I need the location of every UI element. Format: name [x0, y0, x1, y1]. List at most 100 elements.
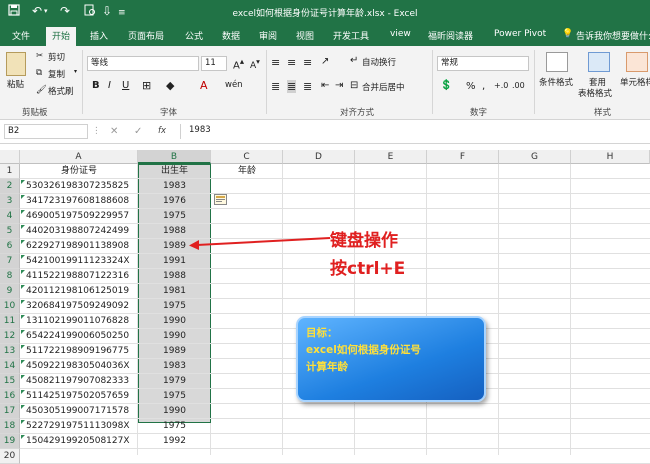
row-header[interactable]: 14 [0, 359, 20, 374]
row-header[interactable]: 6 [0, 239, 20, 254]
merge-center-button[interactable]: 合并后居中 [362, 81, 405, 93]
row-header[interactable]: 16 [0, 389, 20, 404]
cell-b[interactable]: 1983 [138, 179, 211, 194]
row-header[interactable]: 12 [0, 329, 20, 344]
tab-developer[interactable]: 开发工具 [333, 29, 369, 42]
format-painter-button[interactable]: 格式刷 [48, 85, 74, 97]
copy-button[interactable]: 复制 [48, 68, 65, 80]
cell-a[interactable]: 440203198807242499 [26, 224, 136, 239]
cell-b[interactable]: 1979 [138, 374, 211, 389]
cell-c[interactable] [211, 404, 283, 419]
tab-home[interactable]: 开始 [46, 27, 77, 46]
formula-input[interactable]: 1983 [180, 124, 646, 139]
row-header[interactable]: 15 [0, 374, 20, 389]
cell-c[interactable] [211, 389, 283, 404]
cell-c[interactable] [211, 329, 283, 344]
decrease-font-icon[interactable]: A▾ [250, 57, 260, 71]
copy-icon[interactable]: ⧉ [36, 68, 42, 78]
cell-b[interactable]: 1992 [138, 434, 211, 449]
copy-dropdown-icon[interactable]: ▾ [74, 68, 77, 75]
wrap-text-button[interactable]: 自动换行 [362, 56, 396, 68]
cell-a[interactable]: 622927198901138908 [26, 239, 136, 254]
cell-a[interactable]: 45092219830504036X [26, 359, 136, 374]
tell-me-box[interactable]: 告诉我你想要做什么 [576, 29, 650, 42]
indent-icon[interactable]: ⇤ [321, 80, 329, 91]
row-header[interactable]: 11 [0, 314, 20, 329]
cut-button[interactable]: 剪切 [48, 51, 65, 63]
row-header[interactable]: 8 [0, 269, 20, 284]
tab-view[interactable]: 视图 [296, 29, 314, 42]
row-header[interactable]: 2 [0, 179, 20, 194]
tell-me-icon[interactable]: 💡 [562, 29, 573, 39]
format-painter-icon[interactable]: 🖌 [36, 85, 47, 95]
font-color-icon[interactable]: A [200, 79, 208, 92]
cell-c[interactable] [211, 254, 283, 269]
row-header[interactable]: 20 [0, 449, 20, 464]
cell-a[interactable]: 411522198807122316 [26, 269, 136, 284]
cell-b[interactable]: 1991 [138, 254, 211, 269]
row-header[interactable]: 4 [0, 209, 20, 224]
column-header-h[interactable]: H [571, 150, 650, 164]
cell-b[interactable]: 1989 [138, 344, 211, 359]
increase-font-icon[interactable]: A▴ [233, 56, 244, 71]
cell-b[interactable]: 1988 [138, 269, 211, 284]
bold-button[interactable]: B [92, 80, 100, 91]
tab-foxit[interactable]: 福昕阅读器 [428, 29, 473, 42]
align-center-icon[interactable]: ≣ [287, 80, 297, 93]
cell-c[interactable] [211, 299, 283, 314]
tab-review[interactable]: 审阅 [259, 29, 277, 42]
flash-fill-options-icon[interactable] [214, 194, 227, 205]
cell-styles-icon[interactable] [626, 52, 648, 72]
cell-a[interactable]: 52272919751113098X [26, 419, 136, 434]
cell-a[interactable]: 654224199006050250 [26, 329, 136, 344]
cell-c[interactable] [211, 359, 283, 374]
cell-b[interactable]: 1981 [138, 284, 211, 299]
cell-a[interactable]: 450821197907082333 [26, 374, 136, 389]
borders-icon[interactable]: ⊞ [142, 79, 151, 92]
cell-a[interactable]: 131102199011076828 [26, 314, 136, 329]
cell-b[interactable]: 1975 [138, 209, 211, 224]
row-header[interactable]: 10 [0, 299, 20, 314]
tab-power-pivot[interactable]: Power Pivot [494, 29, 546, 39]
wrap-text-icon[interactable]: ↵ [350, 55, 358, 66]
cell-a[interactable]: 54210019911123324X [26, 254, 136, 269]
orientation-icon[interactable]: ↗ [321, 56, 329, 67]
row-header[interactable]: 9 [0, 284, 20, 299]
accounting-format-icon[interactable]: 💲 [440, 80, 452, 91]
underline-button[interactable]: U [122, 80, 129, 91]
cell-b[interactable]: 1975 [138, 389, 211, 404]
cell-c[interactable] [211, 179, 283, 194]
cell-b[interactable]: 1990 [138, 404, 211, 419]
decrease-decimal-icon[interactable]: .00 [512, 81, 525, 90]
cell-c[interactable] [211, 314, 283, 329]
align-left-icon[interactable]: ≣ [271, 80, 280, 93]
row-header[interactable]: 5 [0, 224, 20, 239]
fill-color-icon[interactable]: ◆ [166, 79, 174, 92]
cell-b[interactable]: 1983 [138, 359, 211, 374]
cell-c[interactable] [211, 434, 283, 449]
paste-button[interactable]: 粘贴 [7, 78, 24, 90]
tab-data[interactable]: 数据 [222, 29, 240, 42]
row-header[interactable]: 1 [0, 164, 20, 179]
font-name-box[interactable]: 等线 [87, 56, 199, 71]
cell-c[interactable] [211, 209, 283, 224]
cell-a[interactable]: 450305199007171578 [26, 404, 136, 419]
cell-a[interactable]: 530326198307235825 [26, 179, 136, 194]
name-box[interactable]: B2 [4, 124, 88, 139]
cell-a[interactable]: 320684197509249092 [26, 299, 136, 314]
cell-a[interactable]: 15042919920508127X [26, 434, 136, 449]
format-as-table-button-line2[interactable]: 表格格式 [578, 87, 612, 99]
cell-c[interactable] [211, 419, 283, 434]
row-header[interactable]: 17 [0, 404, 20, 419]
phonetic-icon[interactable]: wén [225, 80, 243, 90]
cell-a[interactable]: 身份证号 [20, 164, 138, 179]
row-header[interactable]: 3 [0, 194, 20, 209]
cell-b[interactable] [138, 449, 211, 464]
cell-c[interactable] [211, 344, 283, 359]
conditional-format-icon[interactable] [546, 52, 568, 72]
column-header-d[interactable]: D [283, 150, 355, 164]
cell-b[interactable]: 1976 [138, 194, 211, 209]
cell-b[interactable]: 1989 [138, 239, 211, 254]
row-header[interactable]: 19 [0, 434, 20, 449]
column-header-g[interactable]: G [499, 150, 571, 164]
